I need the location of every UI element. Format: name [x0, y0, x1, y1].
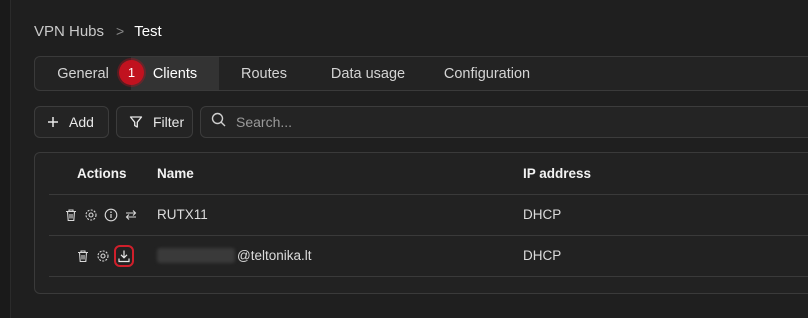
download-icon[interactable] — [114, 244, 134, 267]
tab-configuration[interactable]: Configuration — [427, 57, 547, 90]
tab-routes[interactable]: Routes — [219, 57, 309, 90]
breadcrumb: VPN Hubs > Test — [34, 20, 162, 42]
search-box[interactable] — [200, 106, 808, 138]
client-ip: DHCP — [523, 207, 562, 222]
client-email-domain: @teltonika.lt — [237, 248, 312, 263]
gear-icon[interactable] — [96, 249, 110, 263]
step-badge: 1 — [119, 60, 144, 85]
tab-general[interactable]: General — [35, 57, 131, 90]
table-row: RUTX11 DHCP — [49, 194, 808, 236]
breadcrumb-current: Test — [134, 22, 162, 40]
row-actions — [76, 235, 134, 276]
left-edge-panel — [0, 0, 11, 318]
toolbar: Add Filter — [34, 106, 808, 138]
filter-icon — [129, 115, 143, 129]
row-actions — [64, 194, 138, 235]
add-button[interactable]: Add — [34, 106, 109, 138]
search-icon — [211, 112, 226, 132]
client-name: RUTX11 — [157, 207, 208, 222]
swap-icon[interactable] — [124, 208, 138, 222]
header-name[interactable]: Name — [157, 153, 194, 194]
header-actions: Actions — [77, 166, 127, 181]
filter-button-label: Filter — [153, 114, 185, 130]
tab-data-usage[interactable]: Data usage — [309, 57, 427, 90]
table-row: @teltonika.lt DHCP — [49, 235, 808, 277]
plus-icon — [47, 116, 59, 128]
client-ip: DHCP — [523, 248, 562, 263]
search-input[interactable] — [234, 113, 738, 131]
filter-button[interactable]: Filter — [116, 106, 193, 138]
table-header-row: Actions Name IP address — [49, 153, 808, 195]
trash-icon[interactable] — [64, 208, 78, 222]
breadcrumb-separator: > — [116, 23, 125, 39]
trash-icon[interactable] — [76, 249, 90, 263]
header-ip-address[interactable]: IP address — [523, 153, 591, 194]
tab-bar: General Clients Routes Data usage Config… — [34, 56, 808, 91]
redacted-username — [157, 248, 235, 263]
info-icon[interactable] — [104, 208, 118, 222]
clients-table: Actions Name IP address RUTX11 DHCP @tel… — [34, 152, 808, 294]
tab-clients[interactable]: Clients — [131, 57, 219, 90]
client-name: @teltonika.lt — [157, 235, 312, 276]
breadcrumb-vpn-hubs[interactable]: VPN Hubs — [34, 23, 104, 40]
gear-icon[interactable] — [84, 208, 98, 222]
add-button-label: Add — [69, 114, 94, 130]
